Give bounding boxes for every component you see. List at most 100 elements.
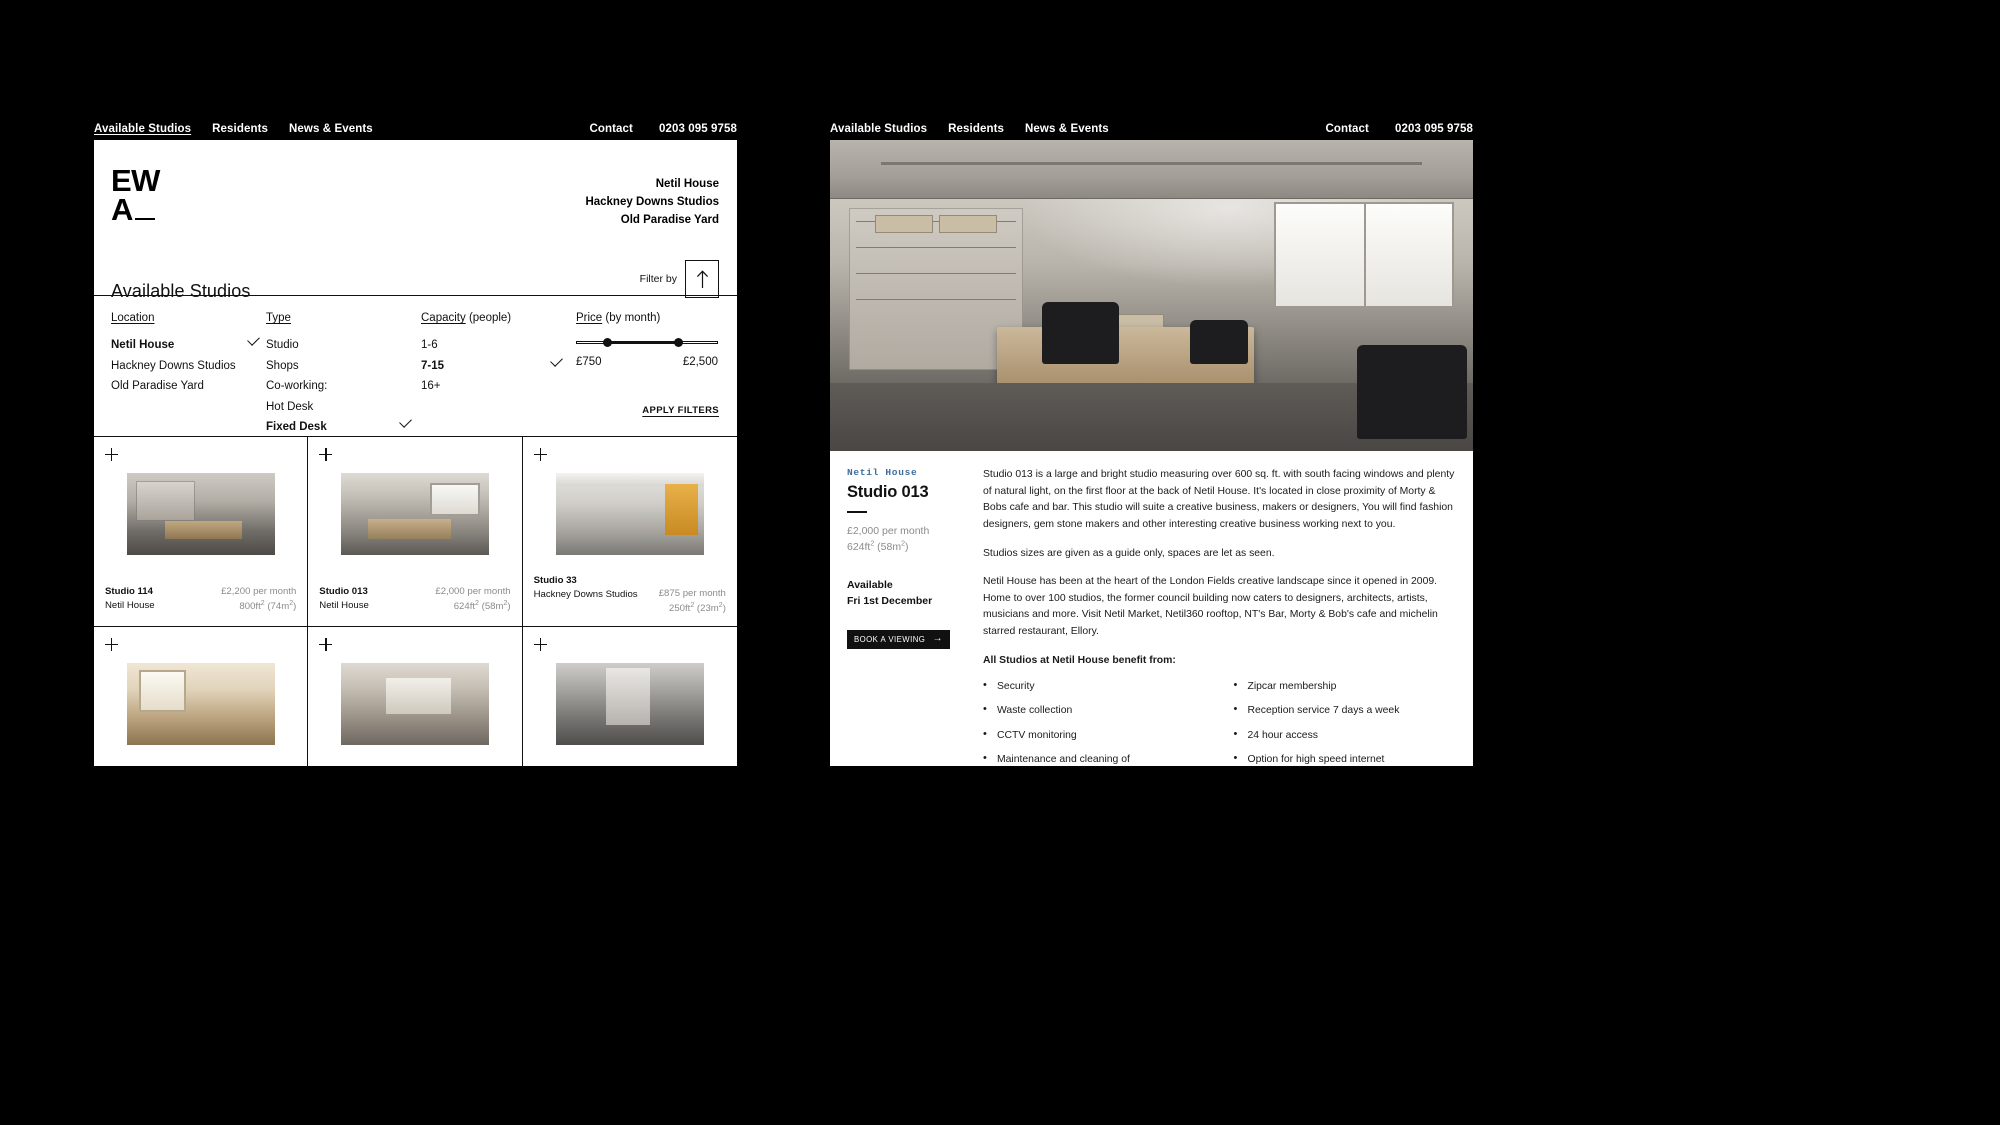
filter-heading-type: Type [266,312,291,324]
studio-building-eyebrow: Netil House [847,467,918,478]
filter-option-capacity-1-6[interactable]: 1-6 [421,336,576,356]
hero-storage-box [875,214,933,234]
studio-card[interactable]: Studio 013 Netil House £2,000 per month … [308,437,523,627]
benefit-item: Security [983,678,1206,694]
logo-underscore [134,217,155,221]
description-paragraph-1: Studio 013 is a large and bright studio … [983,469,1455,530]
plus-icon[interactable] [319,448,333,461]
studio-photo [341,663,490,745]
apply-filters-button[interactable]: APPLY FILTERS [642,405,719,416]
benefits-column-1: Security Waste collection CCTV monitorin… [983,678,1206,775]
studio-size: 624ft2 (58m2) [453,599,511,613]
phone-number[interactable]: 0203 095 9758 [659,123,737,135]
benefit-item: Waste collection [983,702,1206,718]
ewa-logo[interactable]: EW A [111,165,160,227]
right-primary-nav: Available Studios Residents News & Event… [830,123,1109,135]
address-list: Netil House Hackney Downs Studios Old Pa… [585,176,719,230]
studio-card-meta: Studio 114 Netil House £2,200 per month … [105,585,296,614]
left-contact-group: Contact 0203 095 9758 [589,123,737,135]
nav-item-available-studios[interactable]: Available Studios [94,123,191,135]
slider-selected-range [607,341,679,344]
studio-card[interactable] [94,627,309,766]
studio-card[interactable]: Studio 114 Netil House £2,200 per month … [94,437,309,627]
filter-heading-location: Location [111,312,155,324]
plus-icon[interactable] [533,448,547,461]
logo-line-2: A [111,191,133,227]
filter-option-capacity-16-plus[interactable]: 16+ [421,377,576,397]
studio-location: Netil House [105,599,155,611]
studio-detail-body: Netil House Studio 013 £2,000 per month … [830,451,1473,767]
studio-photo [127,473,275,555]
filter-option-shops[interactable]: Shops [266,356,421,376]
plus-icon[interactable] [319,638,333,651]
right-topbar: Available Studios Residents News & Event… [830,118,1473,140]
filter-option-hackney-downs[interactable]: Hackney Downs Studios [111,356,266,376]
studio-photo [341,473,490,555]
price-max-label: £2,500 [682,356,718,368]
listing-window: Available Studios Residents News & Event… [94,118,737,766]
studio-thumbnail [127,473,275,555]
studio-thumbnail [341,473,490,555]
sort-arrow-button[interactable] [685,260,719,298]
studio-price: £2,200 per month [221,586,297,597]
filter-column-price: Price (by month) £750 £2,500 [576,308,726,458]
left-primary-nav: Available Studios Residents News & Event… [94,123,373,135]
studio-card[interactable] [522,627,737,766]
studio-price: £2,000 per month [435,586,511,597]
studio-thumbnail [555,663,704,745]
price-range-slider[interactable] [576,338,718,347]
nav-item-residents[interactable]: Residents [212,123,268,135]
studio-thumbnail [341,663,490,745]
filter-option-old-paradise-yard[interactable]: Old Paradise Yard [111,377,266,397]
studio-thumbnail [127,663,275,745]
availability-block: Available Fri 1st December [847,578,965,610]
studio-card[interactable]: Studio 33 Hackney Downs Studios £875 per… [522,437,737,627]
benefits-column-2: Zipcar membership Reception service 7 da… [1234,678,1457,775]
hero-beam [881,161,1422,165]
filter-column-type: Type Studio Shops Co-working: Hot Desk F… [266,308,421,458]
studio-photo [555,663,704,745]
studio-size: 800ft2 (74m2) [239,599,297,613]
filter-heading-price: Price (by month) [576,312,661,324]
slider-handle-max[interactable] [673,338,683,347]
hero-storage-box [939,214,998,234]
filter-option-netil-house[interactable]: Netil House [111,336,266,356]
address-netil-house: Netil House [655,178,719,190]
filter-option-co-working[interactable]: Co-working: [266,377,421,397]
contact-link[interactable]: Contact [1325,123,1369,135]
filter-option-hot-desk[interactable]: Hot Desk [266,397,421,417]
filter-option-studio[interactable]: Studio [266,336,421,356]
studio-name: Studio 33 [533,575,577,586]
divider-top [94,295,737,296]
hero-office-chair [1190,320,1248,364]
description-paragraph-3: Netil House has been at the heart of the… [983,576,1438,638]
slider-handle-min[interactable] [602,338,612,347]
studio-card[interactable] [308,627,523,766]
filter-panel: Location Netil House Hackney Downs Studi… [111,308,737,458]
nav-item-residents[interactable]: Residents [948,123,1004,135]
nav-item-news-events[interactable]: News & Events [289,123,373,135]
studio-hero-image [830,140,1473,451]
price-range-labels: £750 £2,500 [576,356,718,368]
plus-icon[interactable] [105,638,118,651]
studio-card-grid: Studio 114 Netil House £2,200 per month … [94,437,737,766]
book-a-viewing-button[interactable]: BOOK A VIEWING → [847,629,950,649]
address-old-paradise-yard: Old Paradise Yard [620,213,719,226]
hero-ceiling [830,140,1473,200]
plus-icon[interactable] [533,638,547,651]
studio-detail-size: 624ft2 (58m2) [847,540,909,553]
filter-column-location: Location Netil House Hackney Downs Studi… [111,308,266,458]
check-type-fixed-desk [399,415,414,430]
nav-item-news-events[interactable]: News & Events [1025,123,1109,135]
filter-by-label: Filter by [639,273,677,285]
studio-thumbnail [555,473,704,555]
studio-card-meta: Studio 33 Hackney Downs Studios £875 per… [534,574,726,616]
plus-icon[interactable] [105,448,118,461]
studio-location: Hackney Downs Studios [533,588,638,600]
contact-link[interactable]: Contact [589,123,633,135]
filter-option-fixed-desk[interactable]: Fixed Desk [266,418,421,438]
screenshot-stage: Available Studios Residents News & Event… [0,0,2000,1125]
hero-photo [830,140,1473,451]
phone-number[interactable]: 0203 095 9758 [1395,123,1473,135]
nav-item-available-studios[interactable]: Available Studios [830,123,927,135]
